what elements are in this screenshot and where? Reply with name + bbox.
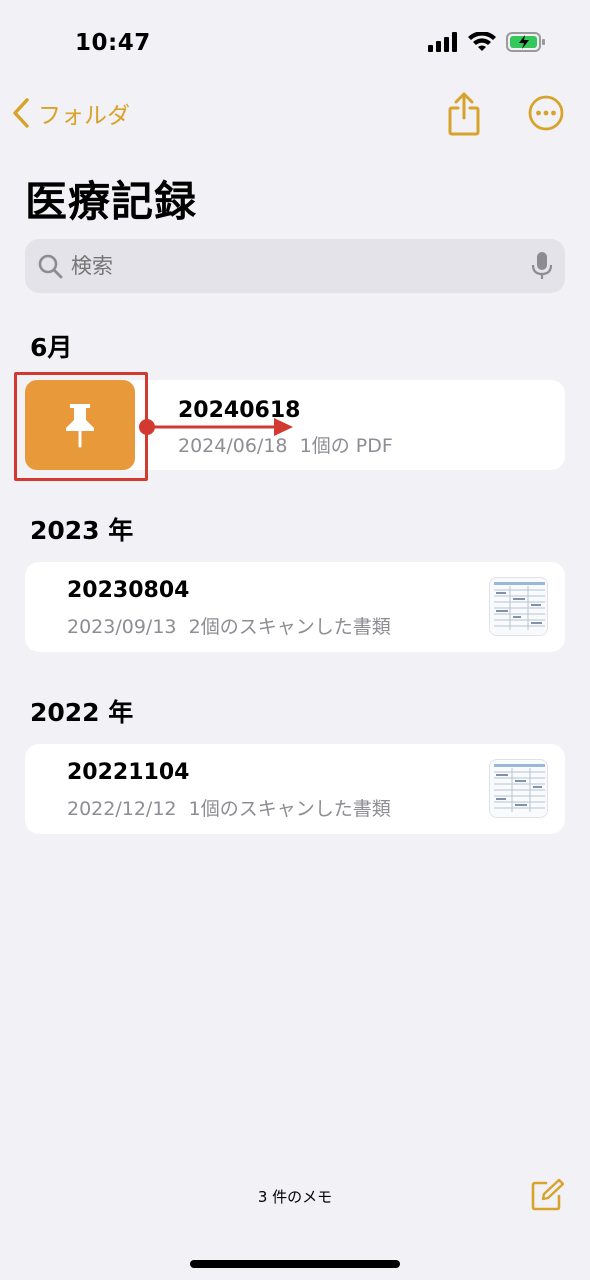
search-icon: [38, 254, 63, 279]
search-bar[interactable]: [25, 239, 565, 293]
home-indicator: [190, 1260, 400, 1268]
search-input[interactable]: [71, 254, 531, 278]
nav-bar: フォルダ: [0, 90, 590, 140]
note-detail: 1個の PDF: [299, 435, 393, 457]
note-title: 20230804: [67, 578, 190, 603]
status-bar: 10:47: [0, 0, 590, 90]
wifi-icon: [468, 32, 496, 51]
note-detail: 2個のスキャンした書類: [188, 616, 391, 638]
note-title: 20240618: [178, 398, 301, 423]
note-subtitle: 2022/12/12 1個のスキャンした書類: [67, 794, 391, 821]
section-header-2023: 2023 年: [30, 516, 134, 545]
section-header-2022: 2022 年: [30, 698, 134, 727]
signal-icon: [428, 32, 457, 52]
status-time: 10:47: [75, 30, 151, 56]
battery-icon: [506, 32, 545, 52]
section-header-june: 6月: [30, 333, 73, 362]
pin-button[interactable]: [25, 380, 135, 470]
note-count: 3 件のメモ: [257, 1188, 333, 1206]
back-label: フォルダ: [38, 103, 130, 129]
scan-thumbnail: [489, 759, 548, 818]
chevron-left-icon: [13, 98, 29, 128]
page-title: 医療記録: [25, 177, 198, 226]
note-date: 2023/09/13: [67, 616, 177, 638]
note-detail: 1個のスキャンした書類: [188, 798, 391, 820]
note-row-20221104[interactable]: 20221104 2022/12/12 1個のスキャンした書類: [25, 744, 565, 834]
back-button[interactable]: フォルダ: [12, 96, 130, 130]
note-date: 2022/12/12: [67, 798, 177, 820]
pin-icon: [66, 404, 94, 448]
note-subtitle: 2024/06/18 1個の PDF: [178, 431, 393, 458]
compose-icon[interactable]: [530, 1178, 564, 1212]
scan-thumbnail: [489, 577, 548, 636]
note-date: 2024/06/18: [178, 435, 288, 457]
mic-icon[interactable]: [531, 251, 553, 281]
status-icons: [428, 32, 546, 52]
note-title: 20221104: [67, 760, 190, 785]
share-icon[interactable]: [444, 92, 484, 136]
more-icon[interactable]: [527, 94, 565, 132]
note-subtitle: 2023/09/13 2個のスキャンした書類: [67, 612, 391, 639]
note-row-20230804[interactable]: 20230804 2023/09/13 2個のスキャンした書類: [25, 562, 565, 652]
